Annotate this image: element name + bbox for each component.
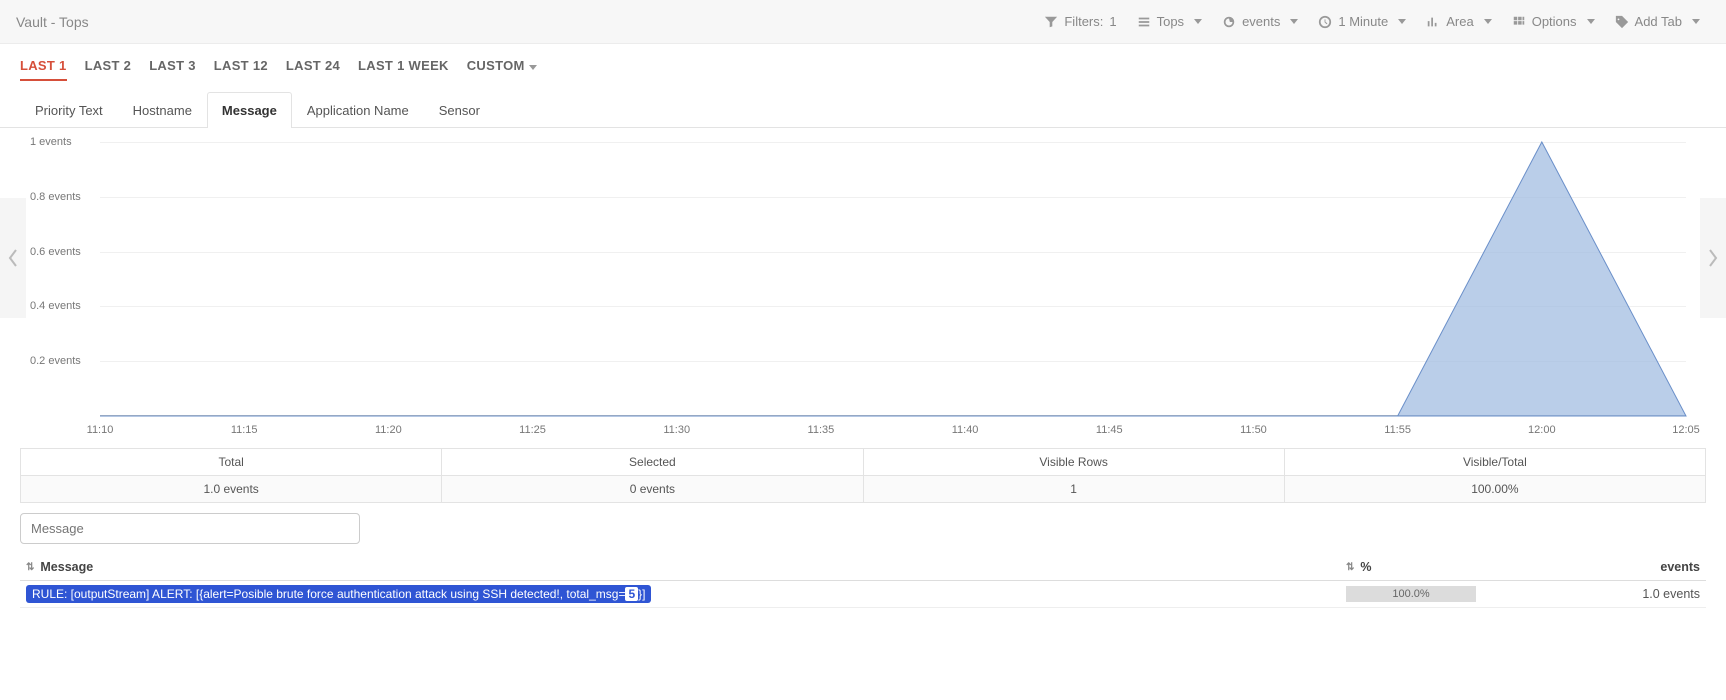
tab-application-name[interactable]: Application Name bbox=[292, 92, 424, 128]
area-chart: 0.2 events0.4 events0.6 events0.8 events… bbox=[30, 136, 1706, 436]
sort-icon: ⇅ bbox=[1346, 562, 1354, 573]
options-dropdown[interactable]: Options bbox=[1502, 10, 1605, 33]
summary-row: Total 1.0 events Selected 0 events Visib… bbox=[20, 448, 1706, 503]
tag-icon bbox=[1615, 15, 1629, 29]
chart-icon bbox=[1426, 15, 1440, 29]
tops-dropdown[interactable]: Tops bbox=[1127, 10, 1212, 33]
caret-icon bbox=[1398, 19, 1406, 24]
time-range-tabs: LAST 1 LAST 2 LAST 3 LAST 12 LAST 24 LAS… bbox=[0, 44, 1726, 91]
caret-icon bbox=[1484, 19, 1492, 24]
range-last3[interactable]: LAST 3 bbox=[149, 58, 196, 81]
percent-bar: 100.0% bbox=[1346, 586, 1476, 602]
range-custom[interactable]: CUSTOM bbox=[467, 58, 537, 81]
tab-hostname[interactable]: Hostname bbox=[118, 92, 207, 128]
chart-area: 0.2 events0.4 events0.6 events0.8 events… bbox=[0, 128, 1726, 436]
col-message-header[interactable]: ⇅ Message bbox=[20, 560, 1346, 574]
sort-icon: ⇅ bbox=[26, 562, 34, 573]
chevron-left-icon bbox=[7, 248, 19, 268]
caret-icon bbox=[1290, 19, 1298, 24]
range-last24[interactable]: LAST 24 bbox=[286, 58, 340, 81]
range-last1week[interactable]: LAST 1 WEEK bbox=[358, 58, 449, 81]
chevron-right-icon bbox=[1707, 248, 1719, 268]
tab-sensor[interactable]: Sensor bbox=[424, 92, 495, 128]
filters-button[interactable]: Filters: 1 bbox=[1034, 10, 1126, 33]
caret-icon bbox=[1194, 19, 1202, 24]
row-events-value: 1.0 events bbox=[1606, 587, 1706, 601]
page-title: Vault - Tops bbox=[16, 14, 89, 30]
clock-icon bbox=[1318, 15, 1332, 29]
filter-icon bbox=[1044, 15, 1058, 29]
list-icon bbox=[1137, 15, 1151, 29]
area-series bbox=[100, 142, 1686, 416]
chart-prev-button[interactable] bbox=[0, 198, 26, 318]
tab-message[interactable]: Message bbox=[207, 92, 292, 128]
range-last12[interactable]: LAST 12 bbox=[214, 58, 268, 81]
table-row[interactable]: RULE: [outputStream] ALERT: [{alert=Posi… bbox=[20, 581, 1706, 608]
message-badge: RULE: [outputStream] ALERT: [{alert=Posi… bbox=[26, 585, 651, 603]
interval-dropdown[interactable]: 1 Minute bbox=[1308, 10, 1416, 33]
charttype-dropdown[interactable]: Area bbox=[1416, 10, 1501, 33]
caret-icon bbox=[1587, 19, 1595, 24]
col-events-header[interactable]: events bbox=[1606, 560, 1706, 574]
addtab-dropdown[interactable]: Add Tab bbox=[1605, 10, 1710, 33]
events-dropdown[interactable]: events bbox=[1212, 10, 1308, 33]
results-table: ⇅ Message ⇅ % events RULE: [outputStream… bbox=[20, 554, 1706, 608]
dashboard-icon bbox=[1222, 15, 1236, 29]
grid-icon bbox=[1512, 15, 1526, 29]
summary-visible-rows: Visible Rows 1 bbox=[864, 449, 1285, 502]
summary-visible-total: Visible/Total 100.00% bbox=[1285, 449, 1705, 502]
tab-priority-text[interactable]: Priority Text bbox=[20, 92, 118, 128]
caret-icon bbox=[529, 65, 537, 70]
summary-total: Total 1.0 events bbox=[21, 449, 442, 502]
summary-selected: Selected 0 events bbox=[442, 449, 863, 502]
col-pct-header[interactable]: ⇅ % bbox=[1346, 560, 1606, 574]
caret-icon bbox=[1692, 19, 1700, 24]
message-filter-input[interactable] bbox=[20, 513, 360, 544]
topbar: Vault - Tops Filters: 1 Tops events 1 Mi… bbox=[0, 0, 1726, 44]
range-last2[interactable]: LAST 2 bbox=[85, 58, 132, 81]
range-last1[interactable]: LAST 1 bbox=[20, 58, 67, 81]
field-tabs: Priority Text Hostname Message Applicati… bbox=[0, 91, 1726, 128]
